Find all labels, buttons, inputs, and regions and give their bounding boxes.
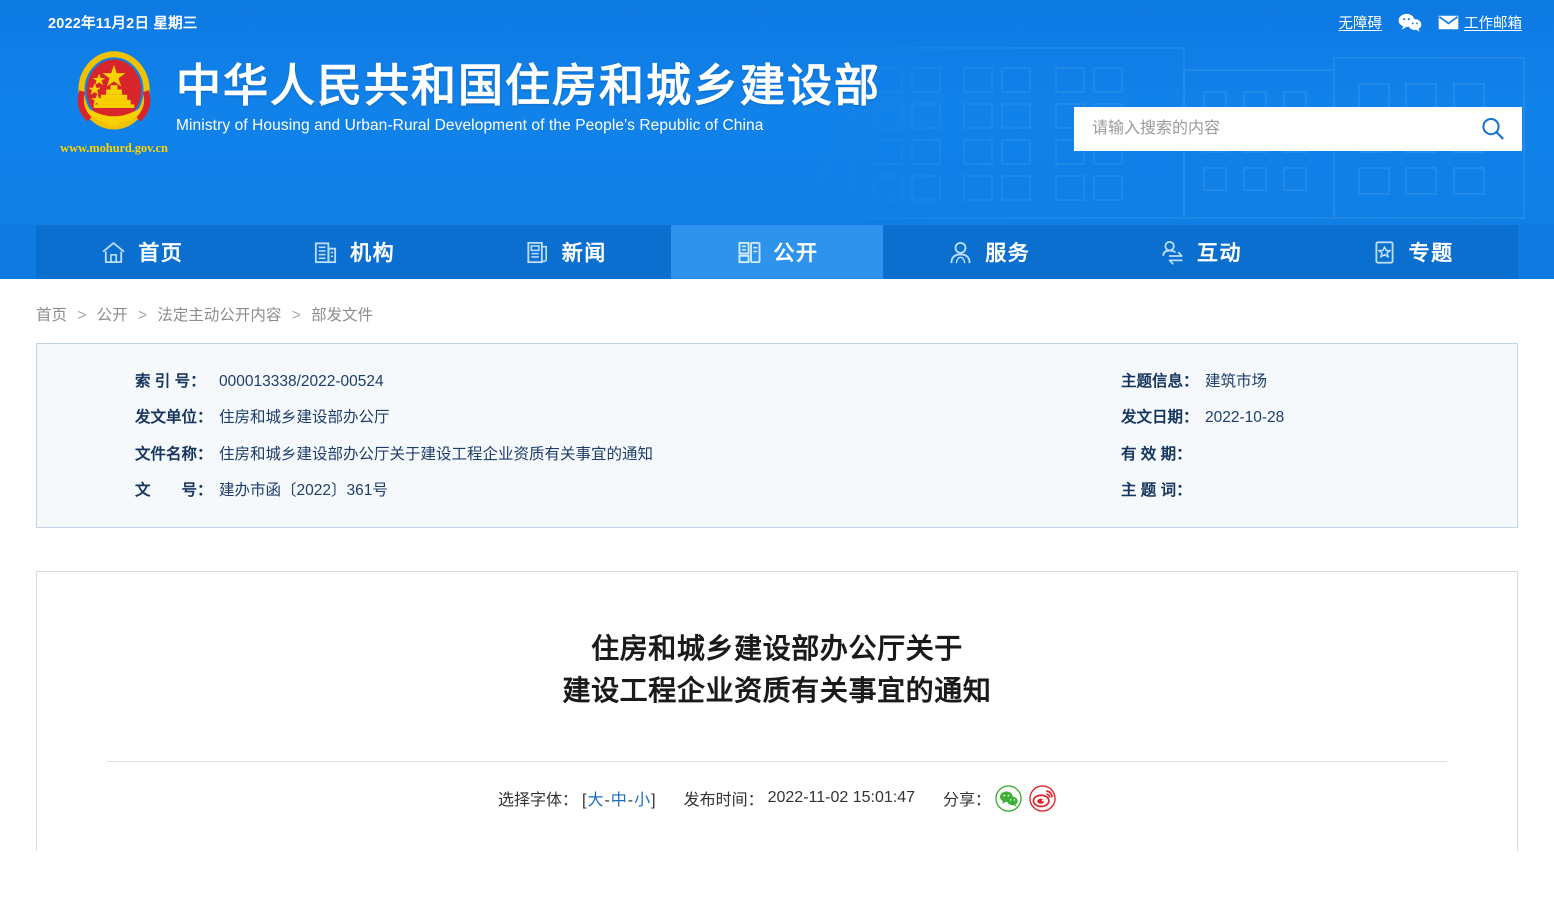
- nav-label: 专题: [1408, 242, 1454, 265]
- metadata-key: 主题信息：: [1121, 373, 1199, 390]
- font-size-picker: [大-中-小]: [582, 786, 656, 810]
- metadata-row-subject-info: 主题信息： 建筑市场: [1121, 372, 1517, 391]
- nav-item-topics[interactable]: 专题: [1306, 225, 1519, 279]
- search-button[interactable]: [1478, 116, 1508, 142]
- metadata-value: 建筑市场: [1205, 373, 1268, 390]
- top-utility-links: 无障碍 工作邮箱: [1339, 12, 1522, 33]
- ministry-name-en: Ministry of Housing and Urban-Rural Deve…: [176, 117, 764, 135]
- nav-item-disclosure[interactable]: 公开: [671, 225, 883, 279]
- ministry-name-cn: 中华人民共和国住房和城乡建设部: [176, 60, 882, 111]
- work-mail-link[interactable]: 工作邮箱: [1438, 12, 1522, 33]
- home-icon: [100, 239, 127, 266]
- star-topic-icon: [1371, 239, 1398, 266]
- page-title: 住房和城乡建设部办公厅关于 建设工程企业资质有关事宜的通知: [107, 628, 1447, 713]
- emblem-block: www.mohurd.gov.cn: [60, 49, 168, 156]
- accessibility-link[interactable]: 无障碍: [1339, 12, 1383, 33]
- metadata-column-left: 索 引 号： 000013338/2022-00524 发文单位： 住房和城乡建…: [37, 372, 1097, 501]
- brand-text-block: 中华人民共和国住房和城乡建设部 Ministry of Housing and …: [176, 49, 881, 135]
- top-utility-bar: 2022年11月2日 星期三 无障碍 工作邮箱: [0, 0, 1554, 45]
- nav-label: 公开: [773, 242, 819, 265]
- metadata-key: 主 题 词：: [1121, 482, 1192, 500]
- nav-label: 互动: [1196, 242, 1242, 265]
- building-icon: [312, 239, 339, 266]
- wechat-link[interactable]: [1398, 13, 1422, 32]
- metadata-value: 2022-10-28: [1205, 409, 1285, 427]
- font-size-small-button[interactable]: 小: [633, 792, 651, 809]
- publish-time-group: 发布时间： 2022-11-02 15:01:47: [684, 786, 915, 810]
- nav-item-home[interactable]: 首页: [36, 225, 248, 279]
- article-toolbar: 选择字体： [大-中-小] 发布时间： 2022-11-02 15:01:47 …: [107, 762, 1447, 812]
- share-group: 分享：: [943, 784, 1056, 812]
- wechat-icon: [1398, 13, 1422, 32]
- metadata-value: 建办市函〔2022〕361号: [219, 482, 388, 500]
- metadata-row-document-number: 文 号： 建办市函〔2022〕361号: [135, 481, 1097, 500]
- metadata-row-document-name: 文件名称： 住房和城乡建设部办公厅关于建设工程企业资质有关事宜的通知: [135, 445, 1097, 464]
- metadata-value: 住房和城乡建设部办公厅关于建设工程企业资质有关事宜的通知: [219, 445, 654, 463]
- mail-icon: [1438, 15, 1459, 30]
- nav-label: 机构: [350, 242, 396, 265]
- metadata-row-keywords: 主 题 词：: [1121, 481, 1517, 500]
- breadcrumb-separator: >: [291, 307, 301, 324]
- metadata-row-issuing-unit: 发文单位： 住房和城乡建设部办公厅: [135, 408, 1097, 427]
- site-header: 2022年11月2日 星期三 无障碍 工作邮箱 www.mohurd.gov.c…: [0, 0, 1554, 225]
- breadcrumb-item-0[interactable]: 首页: [36, 307, 67, 324]
- breadcrumb-separator: >: [138, 307, 148, 324]
- search-box[interactable]: [1074, 107, 1522, 151]
- disclosure-icon: [736, 239, 763, 266]
- wechat-share-icon[interactable]: [995, 784, 1022, 812]
- breadcrumb: 首页 > 公开 > 法定主动公开内容 > 部发文件: [0, 279, 1554, 343]
- nav-label: 服务: [985, 242, 1031, 265]
- breadcrumb-item-3[interactable]: 部发文件: [311, 307, 373, 324]
- share-label: 分享：: [943, 792, 992, 810]
- nav-label: 首页: [138, 242, 184, 265]
- metadata-value: 住房和城乡建设部办公厅: [219, 409, 390, 427]
- accessibility-label: 无障碍: [1338, 16, 1383, 32]
- font-size-medium-button[interactable]: 中: [610, 792, 628, 809]
- breadcrumb-separator: >: [77, 307, 87, 324]
- interaction-icon: [1159, 239, 1186, 266]
- article-container: 住房和城乡建设部办公厅关于 建设工程企业资质有关事宜的通知 选择字体： [大-中…: [36, 570, 1518, 851]
- breadcrumb-item-2[interactable]: 法定主动公开内容: [157, 307, 281, 324]
- nav-item-news[interactable]: 新闻: [459, 225, 672, 279]
- site-url: www.mohurd.gov.cn: [60, 141, 168, 155]
- article-title-line-1: 住房和城乡建设部办公厅关于: [591, 632, 963, 664]
- publish-time-value: 2022-11-02 15:01:47: [767, 789, 915, 807]
- metadata-key: 索 引 号：: [135, 373, 206, 390]
- nav-item-interaction[interactable]: 互动: [1094, 225, 1307, 279]
- font-size-label: 选择字体：: [497, 792, 578, 810]
- metadata-key: 有 效 期：: [1121, 445, 1192, 463]
- publish-time-label: 发布时间：: [683, 792, 764, 810]
- metadata-key: 发文日期：: [1121, 409, 1199, 427]
- current-date: 2022年11月2日 星期三: [48, 16, 198, 32]
- font-size-large-button[interactable]: 大: [586, 792, 604, 809]
- document-metadata-box: 索 引 号： 000013338/2022-00524 发文单位： 住房和城乡建…: [36, 343, 1518, 528]
- breadcrumb-item-1[interactable]: 公开: [97, 307, 128, 324]
- metadata-row-index-number: 索 引 号： 000013338/2022-00524: [135, 372, 1097, 391]
- service-person-icon: [947, 239, 974, 266]
- search-input[interactable]: [1092, 107, 1478, 151]
- metadata-key: 文件名称：: [135, 445, 213, 463]
- dash: -: [604, 792, 610, 810]
- metadata-row-validity-period: 有 效 期：: [1121, 445, 1517, 464]
- bracket-close: ]: [651, 792, 656, 810]
- work-mail-label: 工作邮箱: [1464, 16, 1522, 32]
- metadata-key: 发文单位：: [135, 409, 213, 427]
- nav-item-service[interactable]: 服务: [882, 225, 1095, 279]
- article-title-line-2: 建设工程企业资质有关事宜的通知: [562, 675, 992, 707]
- metadata-row-issue-date: 发文日期： 2022-10-28: [1121, 408, 1517, 427]
- font-size-group: 选择字体： [大-中-小]: [498, 786, 656, 810]
- search-icon: [1480, 116, 1506, 142]
- metadata-column-right: 主题信息： 建筑市场 发文日期： 2022-10-28 有 效 期： 主 题 词…: [1097, 372, 1517, 501]
- weibo-share-icon[interactable]: [1029, 784, 1056, 812]
- share-icon-list: [995, 784, 1056, 812]
- nav-item-organization[interactable]: 机构: [247, 225, 460, 279]
- national-emblem-icon: [70, 49, 158, 137]
- metadata-key: 文 号：: [135, 482, 213, 500]
- news-icon: [524, 239, 551, 266]
- main-navigation: 首页 机构 新闻 公开 服务 互动 专题: [0, 225, 1554, 279]
- metadata-value: 000013338/2022-00524: [219, 373, 384, 390]
- nav-label: 新闻: [561, 242, 607, 265]
